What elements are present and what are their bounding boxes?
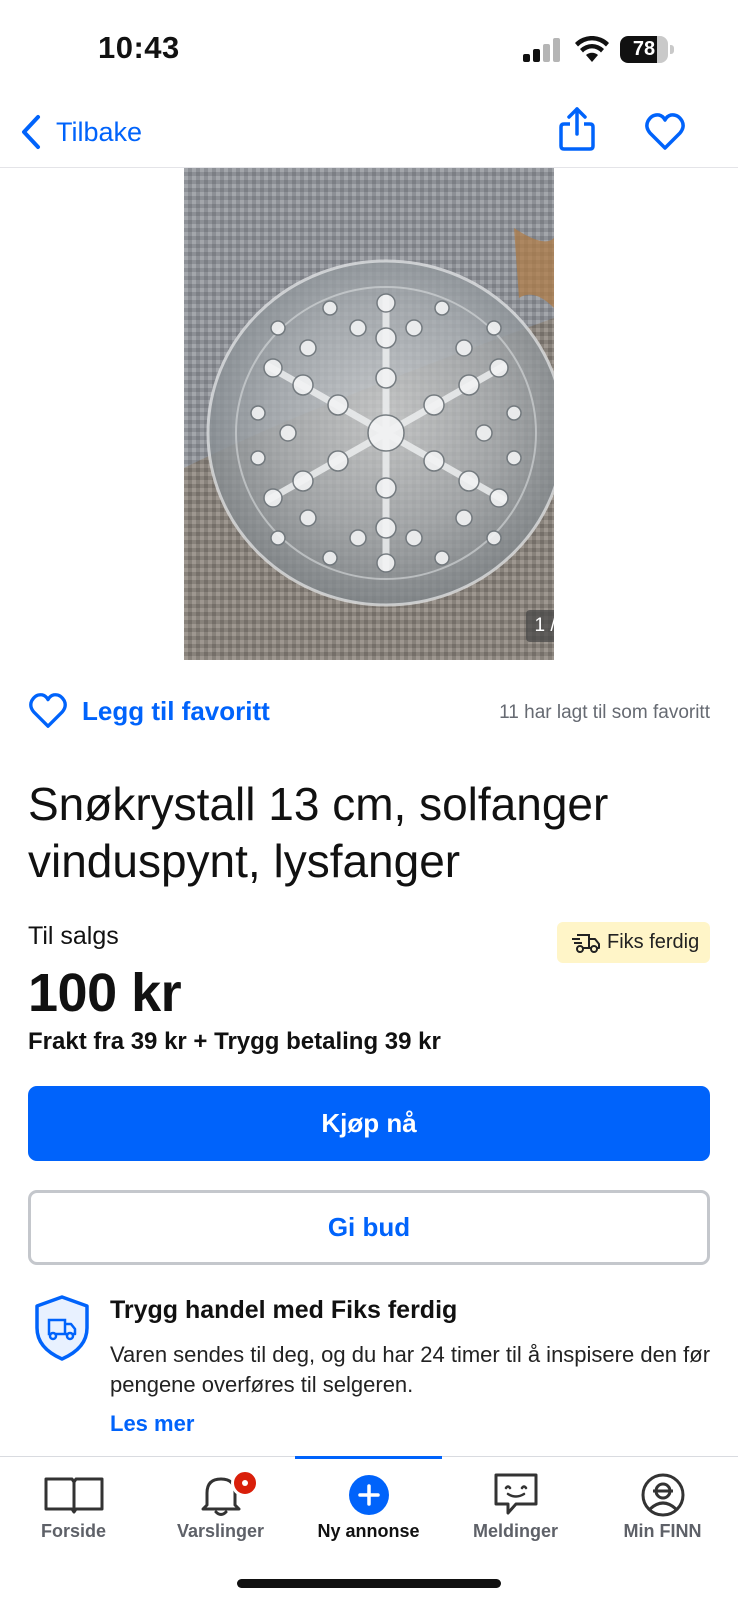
- price: 100 kr: [28, 963, 182, 1023]
- tab-label: Ny annonse: [317, 1521, 420, 1541]
- back-button[interactable]: Tilbake: [20, 110, 142, 154]
- heart-icon: [29, 693, 67, 728]
- add-favorite-button[interactable]: Legg til favoritt: [28, 692, 270, 730]
- safe-trade-text: Varen sendes til deg, og du har 24 timer…: [110, 1342, 711, 1397]
- chat-icon: [494, 1473, 537, 1515]
- status-time: 10:43: [98, 30, 180, 65]
- read-more-link[interactable]: Les mer: [110, 1411, 194, 1437]
- book-icon: [44, 1477, 103, 1514]
- notification-badge: [231, 1469, 259, 1497]
- share-icon[interactable]: [558, 106, 596, 152]
- tab-label: Min FINN: [623, 1521, 702, 1541]
- tab-ny-annonse[interactable]: Ny annonse: [295, 1456, 442, 1557]
- tab-meldinger[interactable]: Meldinger: [442, 1457, 589, 1557]
- sale-label: Til salgs: [28, 922, 119, 950]
- buy-now-button[interactable]: Kjøp nå: [28, 1086, 710, 1161]
- listing-photo[interactable]: 1 / 3: [184, 168, 554, 660]
- status-bar: 10:43 78: [0, 0, 738, 100]
- image-counter: 1 / 3: [526, 610, 554, 642]
- add-favorite-label: Legg til favoritt: [82, 695, 270, 726]
- safe-trade-title: Trygg handel med Fiks ferdig: [110, 1296, 458, 1324]
- wifi-icon: [575, 36, 609, 62]
- tab-label: Forside: [40, 1521, 106, 1541]
- delivery-truck-icon: [572, 933, 600, 953]
- image-gallery[interactable]: 1 / 3: [0, 168, 738, 660]
- tab-varslinger[interactable]: Varslinger: [147, 1457, 294, 1557]
- tab-label: Meldinger: [472, 1521, 558, 1541]
- signal-icon: [523, 38, 560, 62]
- home-indicator[interactable]: [237, 1579, 501, 1588]
- battery-level: 78: [632, 38, 656, 60]
- battery-icon: 78: [620, 36, 674, 63]
- place-bid-button[interactable]: Gi bud: [28, 1190, 710, 1265]
- listing-title: Snøkrystall 13 cm, solfanger vinduspynt,…: [28, 778, 609, 887]
- tab-bar: Forside Varslinger Ny annonse Meldinger: [0, 1456, 738, 1600]
- badge-label: Fiks ferdig: [607, 931, 700, 953]
- nav-bar: Tilbake: [0, 100, 738, 168]
- shield-truck-icon: [35, 1295, 89, 1361]
- profile-icon: [641, 1473, 684, 1517]
- heart-icon[interactable]: [644, 112, 686, 152]
- tab-forside[interactable]: Forside: [0, 1457, 147, 1557]
- tab-label: Varslinger: [176, 1521, 265, 1541]
- favorite-row: Legg til favoritt 11 har lagt til som fa…: [0, 688, 738, 736]
- plus-circle-icon: [348, 1475, 389, 1515]
- back-label: Tilbake: [56, 116, 143, 147]
- tab-min-finn[interactable]: Min FINN: [589, 1457, 736, 1557]
- chevron-left-icon: [22, 115, 40, 149]
- shipping-info: Frakt fra 39 kr + Trygg betaling 39 kr: [28, 1028, 441, 1055]
- fiks-ferdig-badge: Fiks ferdig: [557, 922, 710, 963]
- favorite-count: 11 har lagt til som favoritt: [499, 702, 710, 723]
